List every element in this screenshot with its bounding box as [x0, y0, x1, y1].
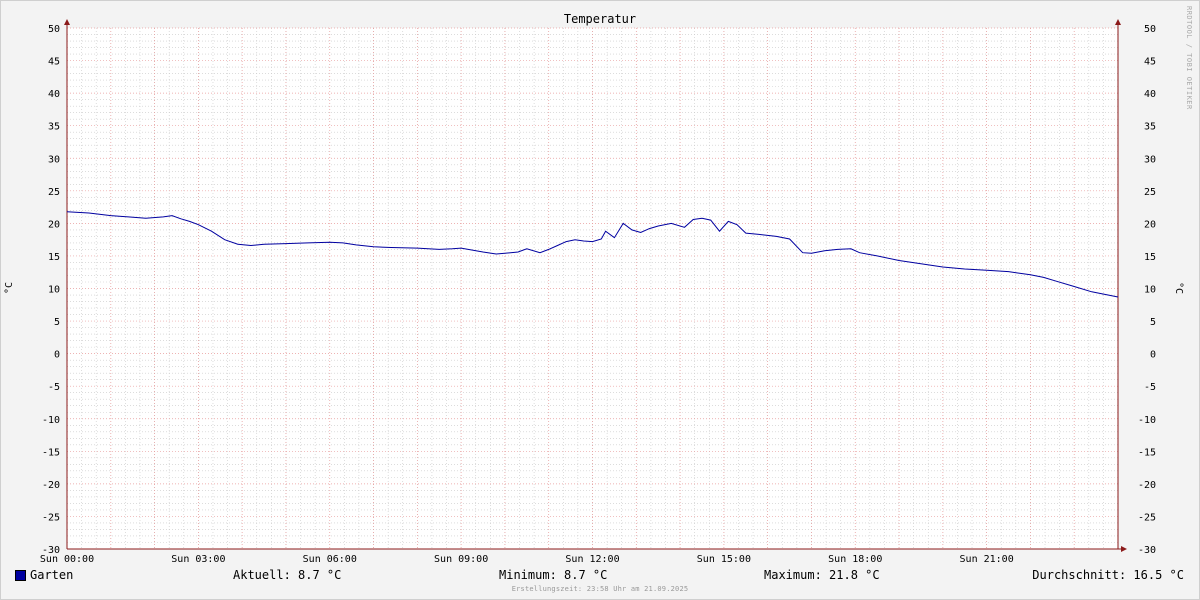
y-tick-label: 5: [54, 317, 60, 328]
y-tick-label: -25: [42, 512, 60, 523]
y-tick-label: -15: [1138, 447, 1156, 458]
y-tick-label: 50: [1144, 24, 1156, 35]
y-tick-label: 10: [1144, 285, 1156, 296]
legend-swatch: [15, 570, 26, 581]
chart-title: Temperatur: [564, 12, 636, 26]
y-tick-label: -30: [1138, 545, 1156, 556]
x-tick-label: Sun 06:00: [303, 554, 357, 565]
x-tick-label: Sun 12:00: [565, 554, 619, 565]
x-tick-label: Sun 21:00: [960, 554, 1014, 565]
y-tick-label: 40: [48, 89, 60, 100]
y-tick-label: -5: [48, 382, 60, 393]
legend-minimum: Minimum: 8.7 °C: [499, 568, 608, 582]
legend-series-name: Garten: [30, 568, 74, 582]
legend-maximum: Maximum: 21.8 °C: [764, 568, 880, 582]
y-tick-label: -10: [42, 415, 60, 426]
y-tick-label: 45: [1144, 57, 1156, 68]
y-tick-label: -15: [42, 447, 60, 458]
y-tick-label: 35: [48, 122, 60, 133]
x-tick-label: Sun 09:00: [434, 554, 488, 565]
x-tick-label: Sun 03:00: [171, 554, 225, 565]
legend-aktuell: Aktuell: 8.7 °C: [233, 568, 342, 582]
y-tick-label: -25: [1138, 512, 1156, 523]
y-tick-label: 20: [1144, 219, 1156, 230]
y-axis-label-right: °C: [1173, 282, 1184, 294]
y-axis-label-left: °C: [4, 282, 15, 294]
y-tick-label: 25: [48, 187, 60, 198]
y-tick-label: -10: [1138, 415, 1156, 426]
x-tick-label: Sun 00:00: [40, 554, 94, 565]
y-tick-label: 35: [1144, 122, 1156, 133]
y-tick-label: 0: [54, 350, 60, 361]
chart: 50454035302520151050-5-10-15-20-25-30 50…: [4, 12, 1184, 565]
creation-time-footer: Erstellungszeit: 23:58 Uhr am 21.09.2025: [511, 585, 689, 593]
y-axis-arrow-left: [64, 19, 70, 25]
y-tick-label: 10: [48, 285, 60, 296]
y-tick-label: -20: [1138, 480, 1156, 491]
y-tick-label: 40: [1144, 89, 1156, 100]
x-axis-arrow: [1121, 546, 1127, 552]
y-tick-label: 30: [48, 154, 60, 165]
y-tick-label: 15: [1144, 252, 1156, 263]
legend: Garten Aktuell: 8.7 °C Minimum: 8.7 °C M…: [0, 566, 1200, 586]
x-tick-labels: Sun 00:00 Sun 03:00 Sun 06:00 Sun 09:00 Sun …: [40, 554, 1014, 565]
watermark: RRDTOOL / TOBI OETIKER: [1185, 6, 1193, 110]
y-tick-label: 50: [48, 24, 60, 35]
y-tick-label: 5: [1150, 317, 1156, 328]
y-tick-label: 0: [1150, 350, 1156, 361]
x-tick-label: Sun 18:00: [828, 554, 882, 565]
y-tick-label: 30: [1144, 154, 1156, 165]
y-tick-labels-left: 50454035302520151050-5-10-15-20-25-30: [42, 24, 60, 556]
y-tick-label: 45: [48, 57, 60, 68]
y-tick-label: 15: [48, 252, 60, 263]
y-tick-label: -20: [42, 480, 60, 491]
y-tick-label: -5: [1144, 382, 1156, 393]
y-tick-labels-right: 50454035302520151050-5-10-15-20-25-30: [1138, 24, 1156, 556]
y-tick-label: 20: [48, 219, 60, 230]
y-tick-label: 25: [1144, 187, 1156, 198]
legend-durchschnitt: Durchschnitt: 16.5 °C: [1032, 568, 1184, 582]
x-tick-label: Sun 15:00: [697, 554, 751, 565]
y-axis-arrow-right: [1115, 19, 1121, 25]
